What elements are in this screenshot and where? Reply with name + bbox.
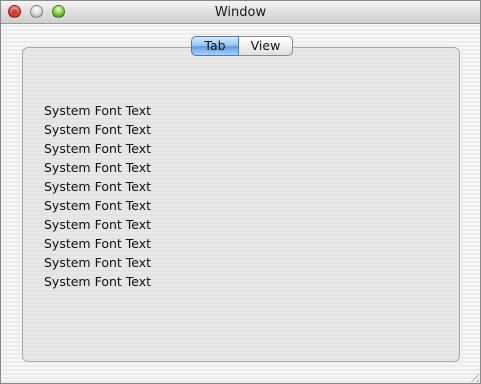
system-font-text: System Font Text — [44, 236, 152, 251]
system-font-text: System Font Text — [44, 122, 152, 137]
system-font-text: System Font Text — [44, 198, 152, 213]
resize-grip-icon[interactable] — [467, 370, 479, 382]
system-font-text: System Font Text — [44, 274, 152, 289]
app-window: Window Tab View System Font Text System … — [0, 0, 481, 384]
system-font-text: System Font Text — [44, 160, 152, 175]
system-font-text: System Font Text — [44, 141, 152, 156]
system-font-text: System Font Text — [44, 179, 152, 194]
system-font-text: System Font Text — [44, 217, 152, 232]
window-title: Window — [214, 5, 267, 20]
system-font-text: System Font Text — [44, 255, 152, 270]
system-font-text: System Font Text — [44, 103, 152, 118]
title-bar[interactable]: Window — [1, 1, 480, 24]
text-list: System Font Text System Font Text System… — [44, 101, 151, 291]
tab-view[interactable]: View — [239, 36, 293, 56]
tab-tab[interactable]: Tab — [191, 36, 239, 56]
tab-bar: Tab View — [191, 36, 293, 56]
